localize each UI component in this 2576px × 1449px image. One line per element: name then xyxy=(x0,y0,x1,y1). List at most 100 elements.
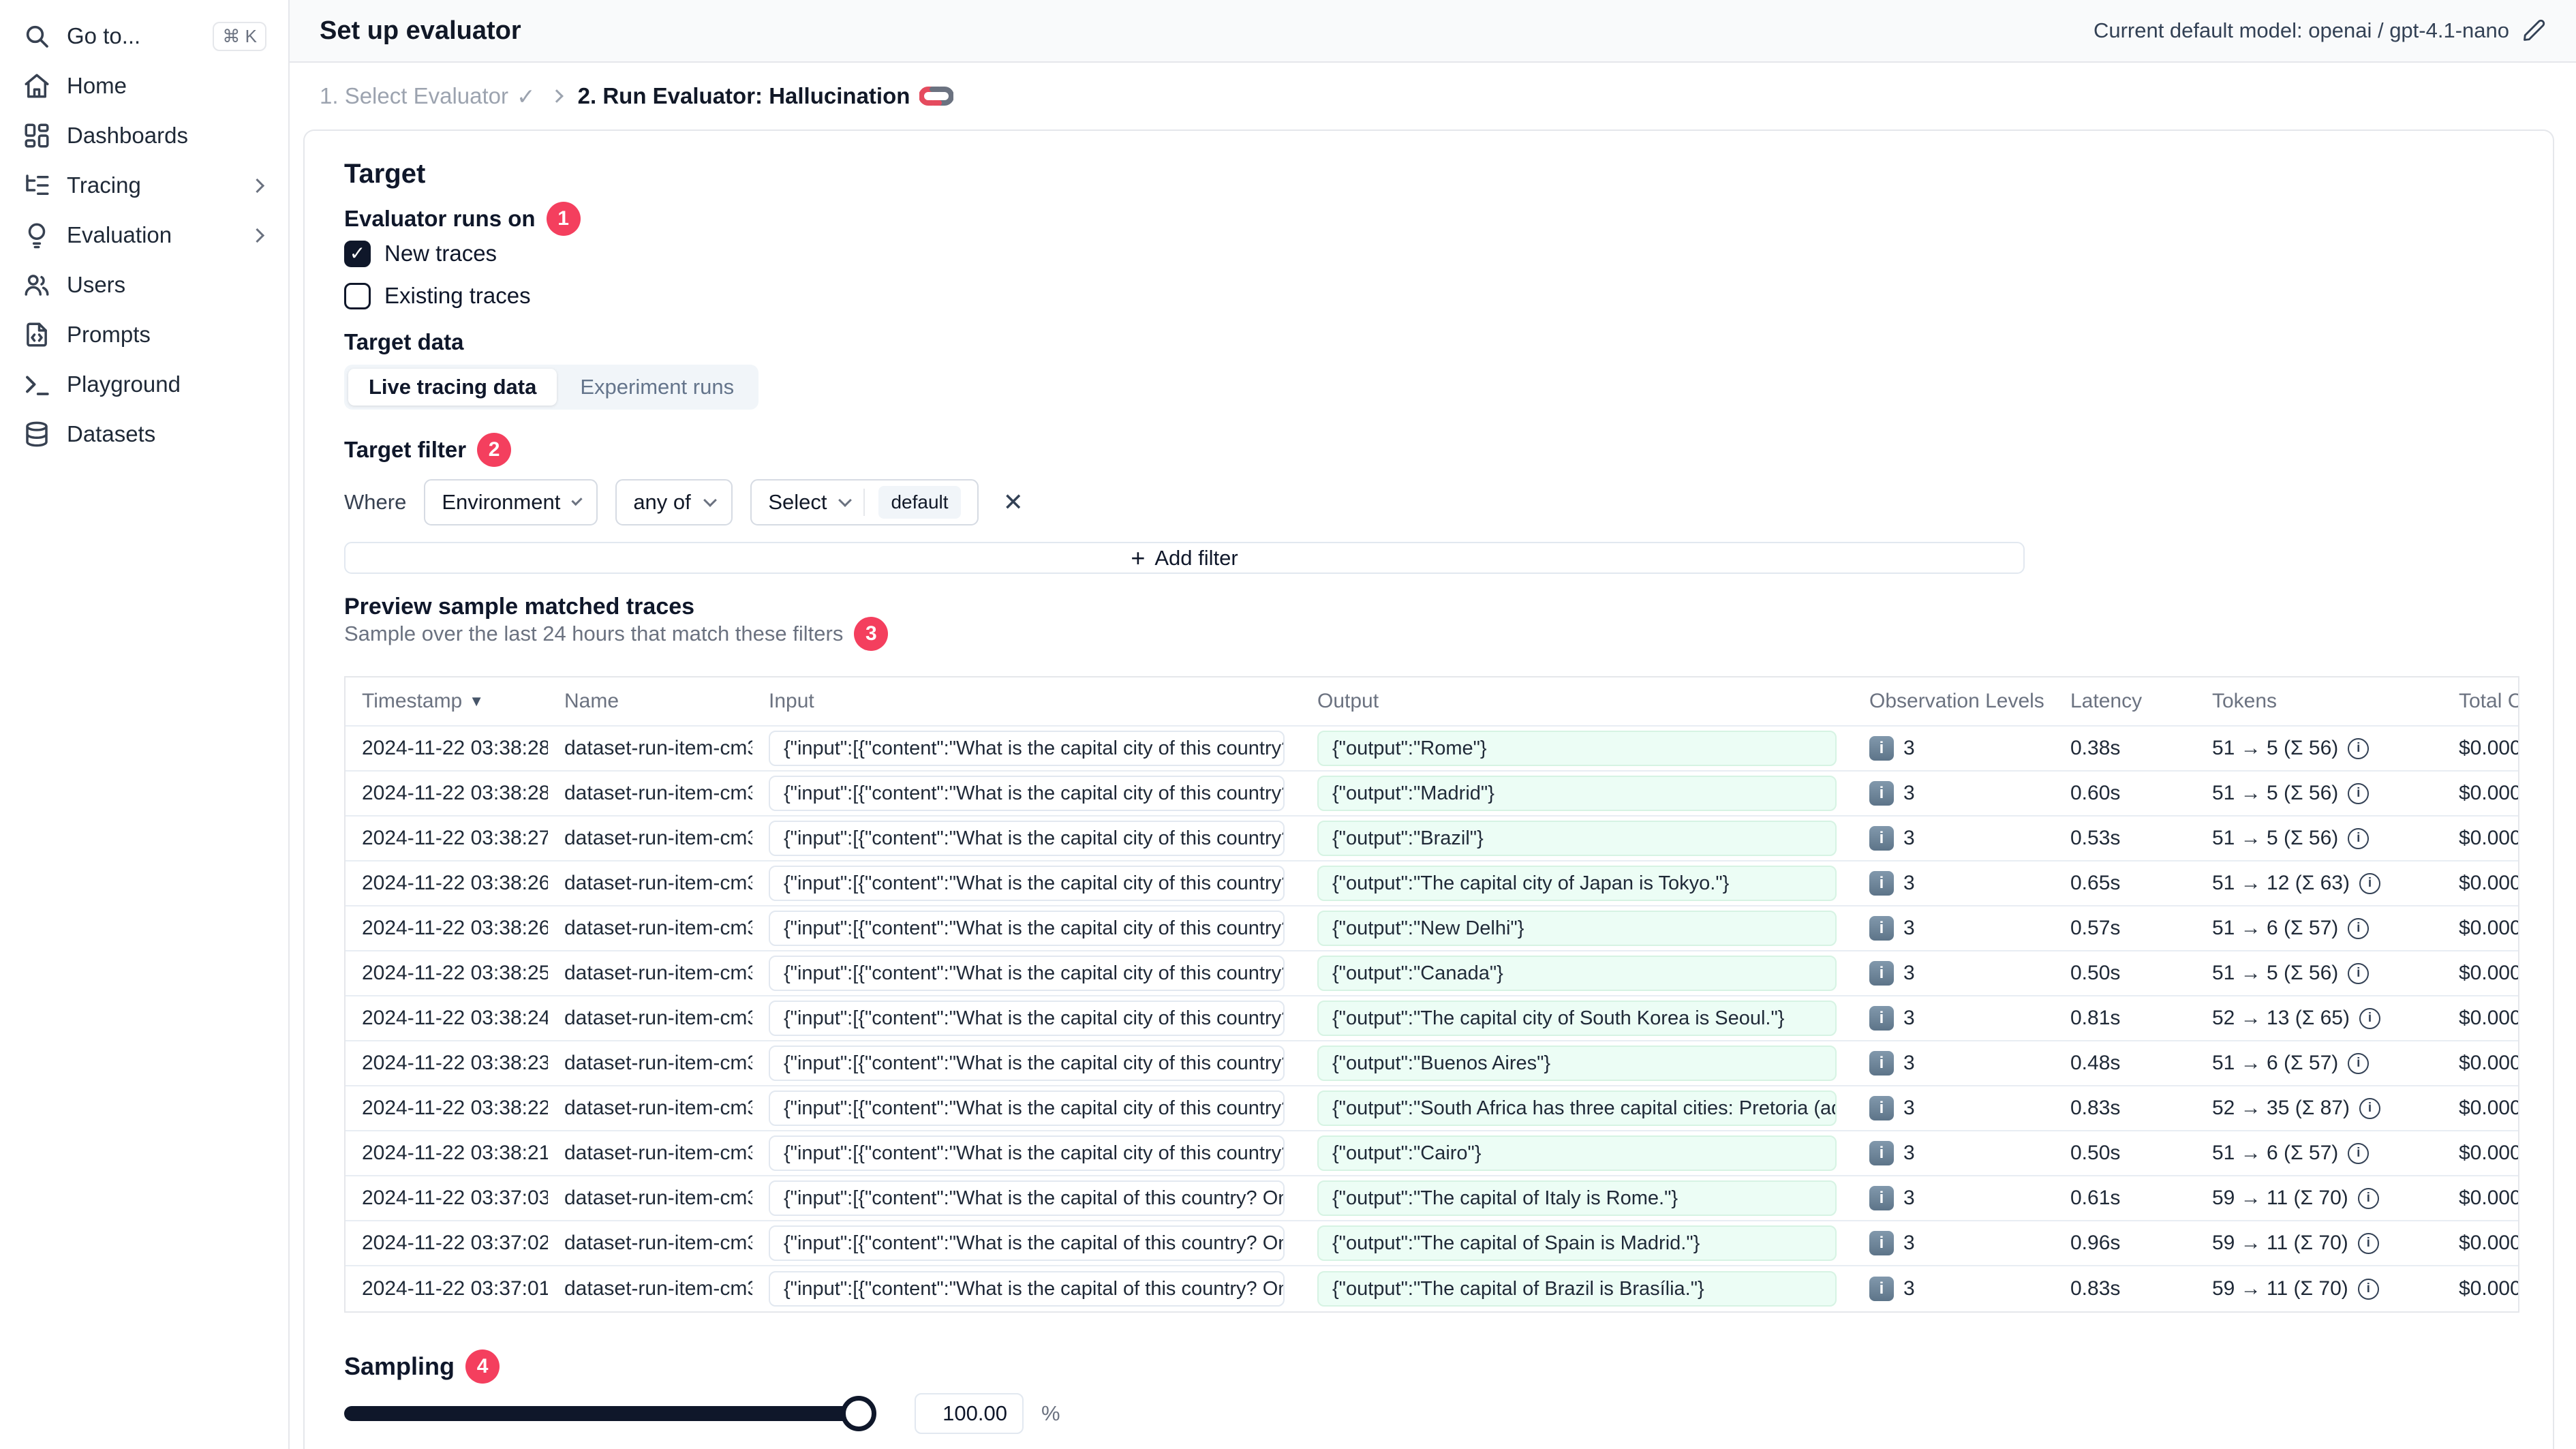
info-icon[interactable]: i xyxy=(2348,737,2370,759)
sampling-value-input[interactable]: 100.00 xyxy=(915,1393,1024,1434)
filter-value-select[interactable]: Select default xyxy=(750,479,979,525)
tokens-cell: 59 → 11 (Σ 70) i xyxy=(2196,1176,2442,1220)
add-filter-button[interactable]: + Add filter xyxy=(344,542,2025,574)
slider-thumb[interactable] xyxy=(841,1396,876,1431)
total-cost-cell: $0.000011i xyxy=(2442,772,2518,815)
output-json-pill: {"output":"Madrid"} xyxy=(1317,776,1837,811)
info-icon[interactable]: i xyxy=(2348,962,2370,984)
sidebar-item-label: Playground xyxy=(67,371,181,397)
table-row[interactable]: 2024-11-22 03:38:28 dataset-run-item-cm3s… xyxy=(346,727,2518,772)
sidebar-item-datasets[interactable]: Datasets xyxy=(12,413,276,455)
timestamp-cell: 2024-11-22 03:38:27 xyxy=(362,827,548,849)
total-cost-cell: $0.000011i xyxy=(2442,1041,2518,1085)
observation-level-icon: i xyxy=(1869,826,1894,851)
table-row[interactable]: 2024-11-22 03:37:02 dataset-run-item-cm3s… xyxy=(346,1221,2518,1266)
latency-cell: 0.83s xyxy=(2070,1277,2121,1300)
timestamp-cell: 2024-11-22 03:38:21 xyxy=(362,1142,548,1164)
timestamp-cell: 2024-11-22 03:37:03 xyxy=(362,1187,548,1209)
filter-column-select[interactable]: Environment xyxy=(424,479,598,525)
goto-search[interactable]: Go to... ⌘ K xyxy=(12,15,276,57)
input-cell: {"input":[{"content":"What is the capita… xyxy=(752,772,1301,815)
filter-value-chip: default xyxy=(878,486,961,519)
annotation-badge-2: 2 xyxy=(477,433,512,467)
edit-pencil-icon[interactable] xyxy=(2521,18,2546,43)
table-row[interactable]: 2024-11-22 03:38:26 dataset-run-item-cm3s… xyxy=(346,906,2518,951)
sidebar-item-label: Dashboards xyxy=(67,123,188,148)
evaluator-logo-icon xyxy=(919,85,954,108)
column-header-total-cost: Total Cost xyxy=(2459,690,2518,712)
sidebar: Go to... ⌘ K Home Dashboards Tracing Evalua… xyxy=(0,0,290,1449)
input-cell: {"input":[{"content":"What is the capita… xyxy=(752,951,1301,995)
input-json-pill: {"input":[{"content":"What is the capita… xyxy=(769,911,1285,946)
observation-level-icon: i xyxy=(1869,1096,1894,1120)
timestamp-cell: 2024-11-22 03:38:24 xyxy=(362,1007,548,1029)
output-cell: {"output":"Cairo"} xyxy=(1301,1131,1853,1175)
observation-level-icon: i xyxy=(1869,916,1894,941)
input-json-pill: {"input":[{"content":"What is the capita… xyxy=(769,1225,1285,1261)
observation-level-icon: i xyxy=(1869,1141,1894,1165)
tab-experiment-runs[interactable]: Experiment runs xyxy=(559,369,754,406)
sidebar-item-home[interactable]: Home xyxy=(12,65,276,107)
table-row[interactable]: 2024-11-22 03:37:01 dataset-run-item-cm3s… xyxy=(346,1266,2518,1311)
sort-desc-icon: ▼ xyxy=(469,692,485,710)
info-icon[interactable]: i xyxy=(2348,917,2370,939)
total-cost-cell: $0.000011i xyxy=(2442,951,2518,995)
sidebar-item-evaluation[interactable]: Evaluation xyxy=(12,214,276,256)
table-header-row: Timestamp ▼ Name Input Output Observation… xyxy=(346,677,2518,727)
info-icon[interactable]: i xyxy=(2348,1052,2370,1074)
input-cell: {"input":[{"content":"What is the capita… xyxy=(752,906,1301,950)
info-icon[interactable]: i xyxy=(2357,1187,2379,1209)
info-icon[interactable]: i xyxy=(2359,872,2380,894)
info-icon[interactable]: i xyxy=(2357,1232,2379,1254)
checkbox-checked-icon: ✓ xyxy=(344,240,371,267)
info-icon[interactable]: i xyxy=(2357,1278,2379,1300)
tab-live-tracing-data[interactable]: Live tracing data xyxy=(348,369,557,406)
table-row[interactable]: 2024-11-22 03:37:03 dataset-run-item-cm3s… xyxy=(346,1176,2518,1221)
table-row[interactable]: 2024-11-22 03:38:22 dataset-run-item-cm3s… xyxy=(346,1086,2518,1131)
output-cell: {"output":"The capital of Italy is Rome.… xyxy=(1301,1176,1853,1220)
info-icon[interactable]: i xyxy=(2348,782,2370,804)
output-cell: {"output":"Buenos Aires"} xyxy=(1301,1041,1853,1085)
remove-filter-icon[interactable]: ✕ xyxy=(996,488,1030,517)
output-cell: {"output":"Canada"} xyxy=(1301,951,1853,995)
table-row[interactable]: 2024-11-22 03:38:21 dataset-run-item-cm3s… xyxy=(346,1131,2518,1176)
tokens-cell: 51 → 5 (Σ 56) i xyxy=(2196,817,2442,860)
observation-level-icon: i xyxy=(1869,1277,1894,1301)
sidebar-item-dashboards[interactable]: Dashboards xyxy=(12,115,276,157)
table-row[interactable]: 2024-11-22 03:38:24 dataset-run-item-cm3s… xyxy=(346,996,2518,1041)
target-data-tabs: Live tracing data Experiment runs xyxy=(344,365,759,410)
table-row[interactable]: 2024-11-22 03:38:28 dataset-run-item-cm3s… xyxy=(346,772,2518,817)
sidebar-item-users[interactable]: Users xyxy=(12,264,276,306)
sampling-slider[interactable] xyxy=(344,1396,876,1431)
total-cost-cell: $0.000011i xyxy=(2442,906,2518,950)
filter-operator-select[interactable]: any of xyxy=(615,479,733,525)
name-cell: dataset-run-item-cm3s4 xyxy=(564,1277,752,1300)
checkbox-new-traces[interactable]: ✓ New traces xyxy=(344,235,2519,272)
sidebar-item-prompts[interactable]: Prompts xyxy=(12,314,276,356)
sidebar-item-playground[interactable]: Playground xyxy=(12,363,276,406)
info-icon[interactable]: i xyxy=(2348,1142,2370,1164)
observation-levels-cell: i3 xyxy=(1853,906,2054,950)
output-json-pill: {"output":"The capital of Brazil is Bras… xyxy=(1317,1271,1837,1307)
info-icon[interactable]: i xyxy=(2359,1007,2380,1029)
prompts-icon xyxy=(22,320,52,350)
output-cell: {"output":"Rome"} xyxy=(1301,727,1853,770)
annotation-badge-3: 3 xyxy=(854,617,889,651)
breadcrumb-step1[interactable]: 1. Select Evaluator ✓ xyxy=(320,83,536,110)
total-cost-cell: $0.000011i xyxy=(2442,817,2518,860)
info-icon[interactable]: i xyxy=(2348,827,2370,849)
table-row[interactable]: 2024-11-22 03:38:25 dataset-run-item-cm3s… xyxy=(346,951,2518,996)
column-header-timestamp[interactable]: Timestamp ▼ xyxy=(346,677,548,725)
table-row[interactable]: 2024-11-22 03:38:26 dataset-run-item-cm3s… xyxy=(346,861,2518,906)
sidebar-item-tracing[interactable]: Tracing xyxy=(12,164,276,207)
output-json-pill: {"output":"The capital city of Japan is … xyxy=(1317,866,1837,901)
sidebar-item-label: Home xyxy=(67,73,127,98)
table-row[interactable]: 2024-11-22 03:38:23 dataset-run-item-cm3s… xyxy=(346,1041,2518,1086)
name-cell: dataset-run-item-cm3s4 xyxy=(564,827,752,849)
checkbox-existing-traces[interactable]: Existing traces xyxy=(344,277,2519,314)
latency-cell: 0.81s xyxy=(2070,1007,2121,1029)
table-row[interactable]: 2024-11-22 03:38:27 dataset-run-item-cm3s… xyxy=(346,817,2518,861)
info-icon[interactable]: i xyxy=(2359,1097,2380,1119)
input-cell: {"input":[{"content":"What is the capita… xyxy=(752,727,1301,770)
output-json-pill: {"output":"Cairo"} xyxy=(1317,1135,1837,1171)
